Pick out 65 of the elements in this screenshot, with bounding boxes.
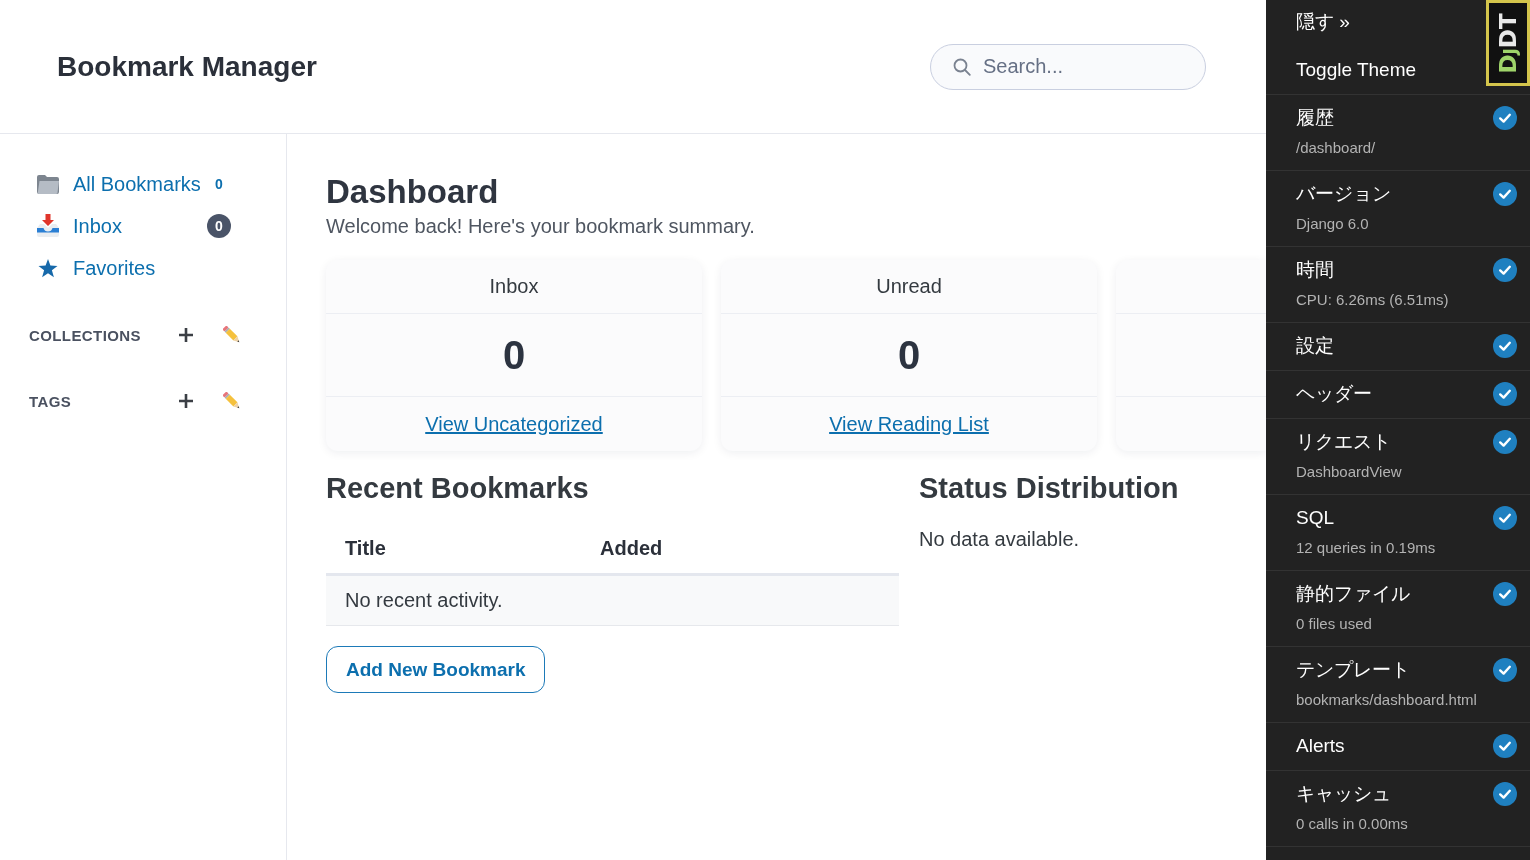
plus-icon bbox=[179, 328, 193, 342]
panel-checkbox[interactable] bbox=[1493, 182, 1517, 206]
panel-title[interactable]: 設定 bbox=[1296, 334, 1334, 358]
column-header: Title bbox=[344, 536, 386, 560]
hide-toolbar-link[interactable]: 隠す » bbox=[1296, 10, 1350, 34]
panel-checkbox[interactable] bbox=[1493, 430, 1517, 454]
panel-subtitle: Django 6.0 bbox=[1296, 214, 1369, 234]
section-label: TAGS bbox=[29, 392, 73, 410]
panel-subtitle: CPU: 6.26ms (6.51ms) bbox=[1296, 290, 1449, 310]
panel-title[interactable]: 静的ファイル bbox=[1296, 582, 1410, 606]
panel-subtitle: 0 calls in 0.00ms bbox=[1296, 814, 1408, 834]
sidebar-link[interactable]: Favorites bbox=[36, 256, 156, 280]
card-value: 0 bbox=[502, 332, 526, 378]
panel-title[interactable]: 時間 bbox=[1296, 258, 1334, 282]
empty-message: No recent activity. bbox=[344, 589, 503, 612]
panel-checkbox[interactable] bbox=[1493, 258, 1517, 282]
panel-checkbox[interactable] bbox=[1493, 382, 1517, 406]
panel-title[interactable]: バージョン bbox=[1296, 182, 1391, 206]
pencil-icon bbox=[223, 392, 241, 410]
panel-subtitle: /dashboard/ bbox=[1296, 138, 1376, 158]
page-title: Dashboard bbox=[326, 172, 499, 212]
panel-subtitle: 0 files used bbox=[1296, 614, 1372, 634]
item-count: 0 bbox=[214, 176, 224, 192]
count-badge: 0 bbox=[207, 214, 231, 238]
panel-title[interactable]: Alerts bbox=[1296, 734, 1345, 758]
column-header: Added bbox=[600, 536, 663, 560]
sidebar-link[interactable]: Inbox bbox=[36, 214, 122, 238]
section-heading: Recent Bookmarks bbox=[326, 471, 589, 506]
panel-title[interactable]: SQL bbox=[1296, 506, 1335, 530]
panel-subtitle: DashboardView bbox=[1296, 462, 1402, 482]
section-label: COLLECTIONS bbox=[29, 326, 142, 344]
page-subtitle: Welcome back! Here's your bookmark summary. bbox=[326, 214, 755, 238]
add-bookmark-button[interactable]: Add New Bookmark bbox=[326, 646, 546, 693]
panel-checkbox[interactable] bbox=[1493, 106, 1517, 130]
folder-icon bbox=[36, 173, 60, 195]
card-link[interactable]: View Reading List bbox=[829, 412, 989, 436]
card-label: Inbox bbox=[489, 275, 539, 298]
app-title: Bookmark Manager bbox=[57, 50, 317, 83]
search-field[interactable]: Search... bbox=[930, 43, 1206, 90]
panel-title[interactable]: キャッシュ bbox=[1296, 782, 1391, 806]
panel-subtitle: 12 queries in 0.19ms bbox=[1296, 538, 1436, 558]
toggle-theme-button[interactable]: Toggle Theme bbox=[1296, 58, 1417, 82]
search-icon bbox=[953, 57, 971, 76]
panel-checkbox[interactable] bbox=[1493, 734, 1517, 758]
card-link[interactable]: View Uncategorized bbox=[425, 412, 603, 436]
panel-checkbox[interactable] bbox=[1493, 782, 1517, 806]
toolbar-logo-button[interactable]: DJDT bbox=[1486, 0, 1530, 86]
panel-title[interactable]: ヘッダー bbox=[1296, 382, 1372, 406]
panel-checkbox[interactable] bbox=[1493, 506, 1517, 530]
panel-title[interactable]: 履歴 bbox=[1296, 106, 1334, 130]
plus-icon bbox=[179, 394, 193, 408]
sidebar-link[interactable]: All Bookmarks bbox=[36, 172, 201, 196]
panel-subtitle: bookmarks/dashboard.html bbox=[1296, 690, 1477, 710]
pencil-icon bbox=[223, 326, 241, 344]
panel-title[interactable]: テンプレート bbox=[1296, 658, 1410, 682]
inbox-tray-icon bbox=[36, 214, 60, 238]
panel-checkbox[interactable] bbox=[1493, 334, 1517, 358]
section-heading: Status Distribution bbox=[919, 471, 1179, 506]
panel-checkbox[interactable] bbox=[1493, 658, 1517, 682]
empty-message: No data available. bbox=[919, 527, 1080, 551]
card-value: 0 bbox=[897, 332, 921, 378]
panel-title[interactable]: リクエスト bbox=[1296, 430, 1391, 454]
card-label: Unread bbox=[876, 275, 942, 298]
panel-checkbox[interactable] bbox=[1493, 582, 1517, 606]
star-icon bbox=[36, 258, 60, 278]
